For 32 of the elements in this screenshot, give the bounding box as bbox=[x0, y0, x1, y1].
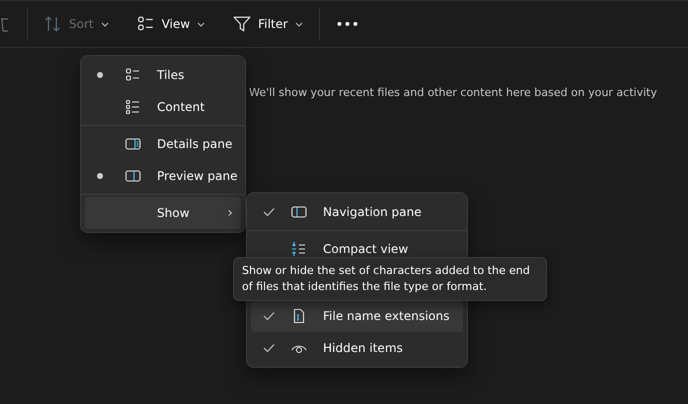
tiles-icon bbox=[125, 67, 141, 83]
menu-item[interactable]: Preview pane bbox=[85, 160, 241, 192]
selected-dot bbox=[97, 72, 103, 78]
compact-icon bbox=[291, 241, 307, 257]
file-icon bbox=[291, 308, 307, 324]
menu-item[interactable]: Navigation pane bbox=[251, 196, 463, 228]
check-icon bbox=[263, 343, 275, 353]
tiles-icon bbox=[136, 15, 155, 33]
menu-item[interactable]: Details pane bbox=[85, 128, 241, 160]
filter-button[interactable]: Filter bbox=[225, 9, 311, 39]
empty-message: We'll show your recent files and other content here based on your activity bbox=[249, 86, 657, 99]
chevron-icon bbox=[100, 22, 109, 26]
sort-icon bbox=[44, 15, 62, 33]
pane-icon bbox=[125, 136, 141, 152]
menu-item[interactable]: Hidden items bbox=[251, 332, 463, 364]
list-icon bbox=[125, 99, 141, 115]
chevron-icon bbox=[294, 22, 303, 26]
view-button[interactable]: View bbox=[128, 9, 214, 39]
check-icon bbox=[263, 311, 275, 321]
check-icon bbox=[263, 207, 275, 217]
menu-item[interactable]: Tiles bbox=[85, 59, 241, 91]
tooltip: Show or hide the set of characters added to the end of files that identifies the file type or format. bbox=[233, 257, 547, 301]
chevron-icon bbox=[197, 22, 206, 26]
more-button[interactable]: ••• bbox=[328, 12, 368, 36]
pane-icon bbox=[125, 168, 141, 184]
filter-icon bbox=[233, 15, 252, 33]
pane-icon bbox=[291, 204, 307, 220]
menu-item[interactable]: Content bbox=[85, 91, 241, 123]
selected-dot bbox=[97, 173, 103, 179]
menu-item[interactable]: File name extensions bbox=[251, 300, 463, 332]
menu-item[interactable]: Show › bbox=[85, 197, 241, 229]
arrow-icon: › bbox=[227, 205, 233, 221]
